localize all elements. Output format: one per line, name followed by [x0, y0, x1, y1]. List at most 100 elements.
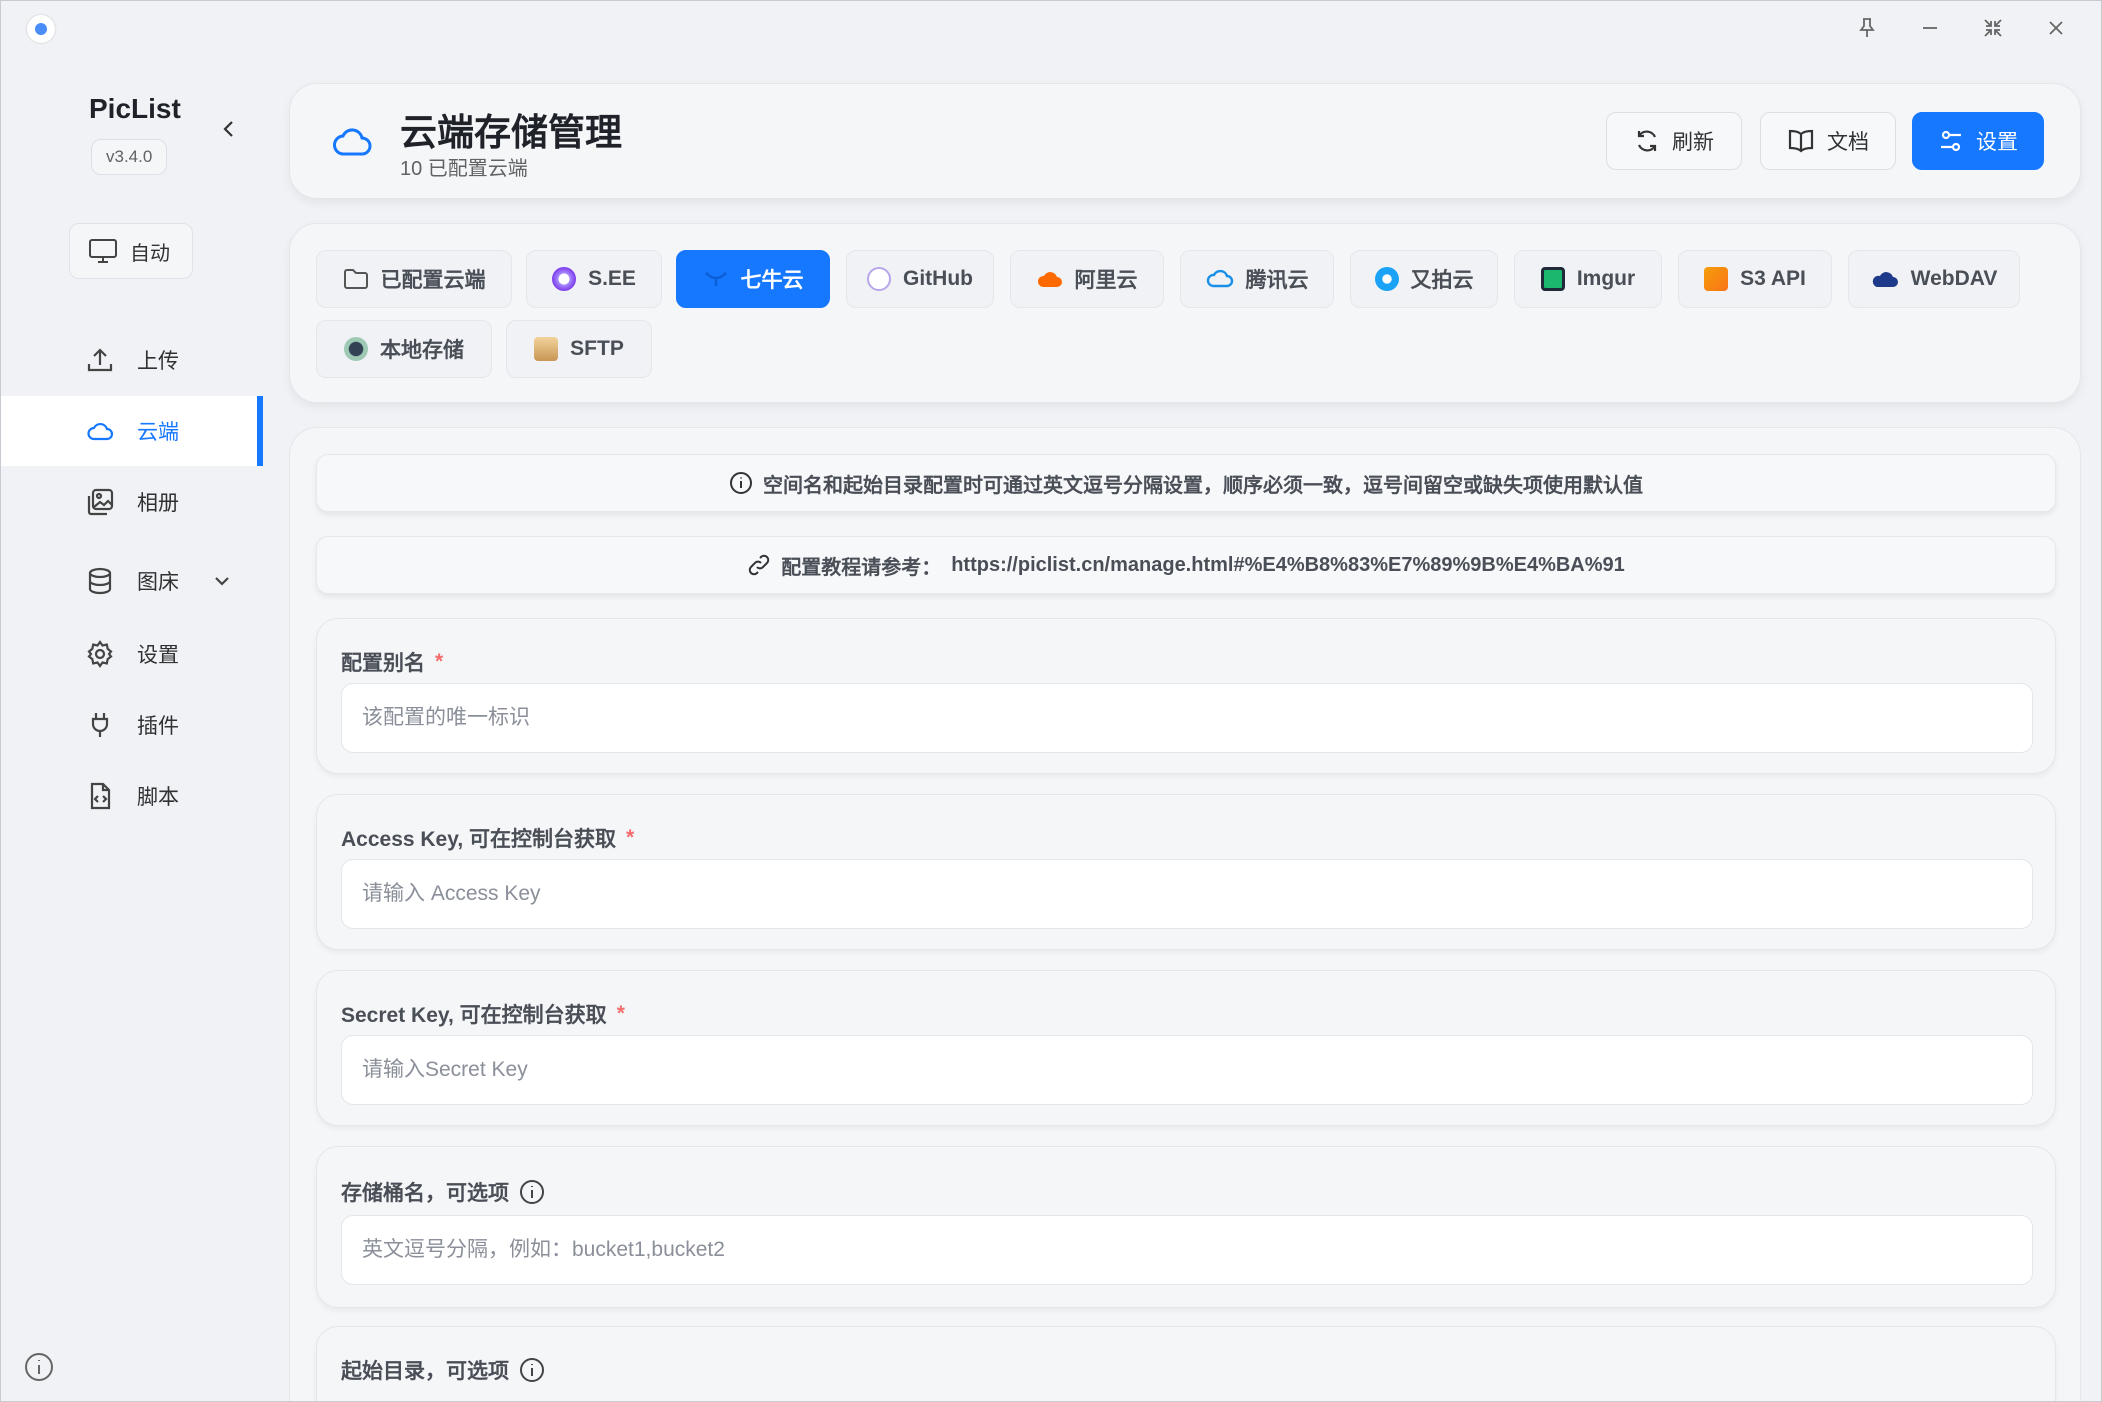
auto-button[interactable]: 自动	[69, 223, 193, 279]
sidebar-item-label: 相册	[137, 492, 179, 515]
bucket-input[interactable]	[341, 1215, 2033, 1285]
see-icon	[552, 267, 577, 291]
tab-label: 七牛云	[740, 269, 804, 292]
access-key-input[interactable]	[341, 859, 2033, 929]
base-dir-field: 起始目录，可选项	[316, 1326, 2056, 1401]
title-bar	[1, 1, 2101, 55]
tencent-cloud-icon	[1206, 269, 1233, 288]
tab-configured[interactable]: 已配置云端	[316, 250, 512, 308]
app-window: PicList v3.4.0 自动 上传 云端 相册 图床 设置 插件 脚本 云…	[0, 0, 2102, 1402]
sliders-icon	[1941, 130, 1961, 152]
cloud-icon	[333, 128, 372, 156]
sidebar-item-picbed[interactable]: 图床	[1, 546, 263, 616]
gear-icon	[87, 640, 113, 668]
alias-input[interactable]	[341, 683, 2033, 753]
tutorial-link[interactable]: https://piclist.cn/manage.html#%E4%B8%83…	[951, 554, 1625, 577]
config-form: 空间名和起始目录配置时可通过英文逗号分隔设置，顺序必须一致，逗号间留空或缺失项使…	[289, 427, 2081, 1401]
tab-sftp[interactable]: SFTP	[506, 320, 652, 378]
sidebar-item-label: 图床	[137, 571, 179, 594]
tab-label: GitHub	[903, 267, 973, 290]
sidebar-item-gallery[interactable]: 相册	[1, 467, 263, 537]
sidebar-item-label: 设置	[137, 644, 179, 667]
sidebar-item-label: 云端	[137, 421, 179, 444]
sidebar-item-cloud[interactable]: 云端	[1, 396, 263, 466]
plug-icon	[91, 713, 109, 737]
pin-icon[interactable]	[1847, 12, 1887, 44]
database-icon	[88, 567, 112, 595]
required-mark: *	[435, 650, 444, 673]
tab-aliyun[interactable]: 阿里云	[1010, 250, 1164, 308]
docs-label: 文档	[1827, 131, 1869, 154]
tab-label: 又拍云	[1410, 269, 1474, 292]
refresh-icon	[1637, 130, 1657, 152]
script-icon	[90, 782, 111, 810]
tab-label: 腾讯云	[1245, 269, 1309, 292]
tab-upyun[interactable]: 又拍云	[1350, 250, 1498, 308]
sidebar-item-label: 插件	[137, 715, 179, 738]
refresh-button[interactable]: 刷新	[1606, 112, 1742, 170]
chevron-down-icon	[215, 577, 229, 586]
app-name: PicList	[89, 93, 181, 124]
bucket-field: 存储桶名，可选项	[316, 1146, 2056, 1308]
tab-github[interactable]: GitHub	[846, 250, 994, 308]
sidebar-item-label: 上传	[137, 350, 179, 373]
tab-local[interactable]: 本地存储	[316, 320, 492, 378]
webdav-icon	[1872, 272, 1898, 287]
sidebar: PicList v3.4.0 自动 上传 云端 相册 图床 设置 插件 脚本	[1, 55, 263, 1401]
github-icon	[867, 267, 891, 291]
secret-key-input[interactable]	[341, 1035, 2033, 1105]
close-button[interactable]	[2036, 12, 2076, 44]
docs-button[interactable]: 文档	[1760, 112, 1896, 170]
local-storage-icon	[344, 337, 368, 361]
tab-label: Imgur	[1576, 267, 1636, 290]
restore-button[interactable]	[1973, 12, 2013, 44]
info-icon[interactable]	[519, 1357, 545, 1383]
tab-label: S3 API	[1740, 267, 1806, 290]
tutorial-notice[interactable]: 配置教程请参考： https://piclist.cn/manage.html#…	[316, 536, 2056, 594]
alias-field: 配置别名 *	[316, 618, 2056, 774]
tab-label: SFTP	[570, 337, 624, 360]
settings-label: 设置	[1976, 131, 2018, 154]
s3-icon	[1704, 267, 1729, 291]
tab-imgur[interactable]: Imgur	[1514, 250, 1662, 308]
required-mark: *	[626, 826, 635, 849]
qiniu-icon	[704, 272, 727, 286]
tab-webdav[interactable]: WebDAV	[1848, 250, 2020, 308]
info-icon	[730, 472, 752, 494]
sidebar-item-label: 脚本	[137, 786, 179, 809]
required-mark: *	[616, 1002, 625, 1025]
secret-key-field: Secret Key, 可在控制台获取 *	[316, 970, 2056, 1126]
sftp-icon	[534, 337, 559, 361]
alias-label: 配置别名 *	[341, 650, 444, 675]
refresh-label: 刷新	[1672, 131, 1714, 154]
tab-label: 已配置云端	[380, 269, 486, 292]
collapse-sidebar-icon[interactable]	[215, 115, 243, 143]
book-icon	[1788, 129, 1814, 153]
gallery-icon	[87, 488, 114, 516]
hint-text: 空间名和起始目录配置时可通过英文逗号分隔设置，顺序必须一致，逗号间留空或缺失项使…	[763, 474, 1643, 497]
page-subtitle: 10 已配置云端	[400, 158, 528, 180]
tab-label: WebDAV	[1910, 267, 1998, 290]
sidebar-item-plugins[interactable]: 插件	[1, 690, 263, 760]
tab-tencent[interactable]: 腾讯云	[1180, 250, 1334, 308]
settings-button[interactable]: 设置	[1912, 112, 2044, 170]
folder-icon	[343, 269, 368, 289]
tab-s3[interactable]: S3 API	[1678, 250, 1832, 308]
access-key-label: Access Key, 可在控制台获取 *	[341, 826, 635, 851]
info-icon[interactable]	[23, 1351, 55, 1383]
minimize-button[interactable]	[1910, 12, 1950, 44]
tab-label: S.EE	[588, 267, 636, 290]
sidebar-item-upload[interactable]: 上传	[1, 325, 263, 395]
sidebar-item-settings[interactable]: 设置	[1, 619, 263, 689]
version-badge: v3.4.0	[91, 139, 168, 175]
info-icon[interactable]	[519, 1179, 545, 1205]
tab-qiniu[interactable]: 七牛云	[676, 250, 830, 308]
link-icon	[748, 554, 770, 576]
tutorial-prefix: 配置教程请参考：	[781, 556, 942, 579]
tab-see[interactable]: S.EE	[526, 250, 662, 308]
imgur-icon	[1540, 267, 1565, 291]
upyun-icon	[1374, 267, 1399, 291]
access-key-field: Access Key, 可在控制台获取 *	[316, 794, 2056, 950]
tab-label: 本地存储	[380, 339, 464, 362]
sidebar-item-scripts[interactable]: 脚本	[1, 761, 263, 831]
